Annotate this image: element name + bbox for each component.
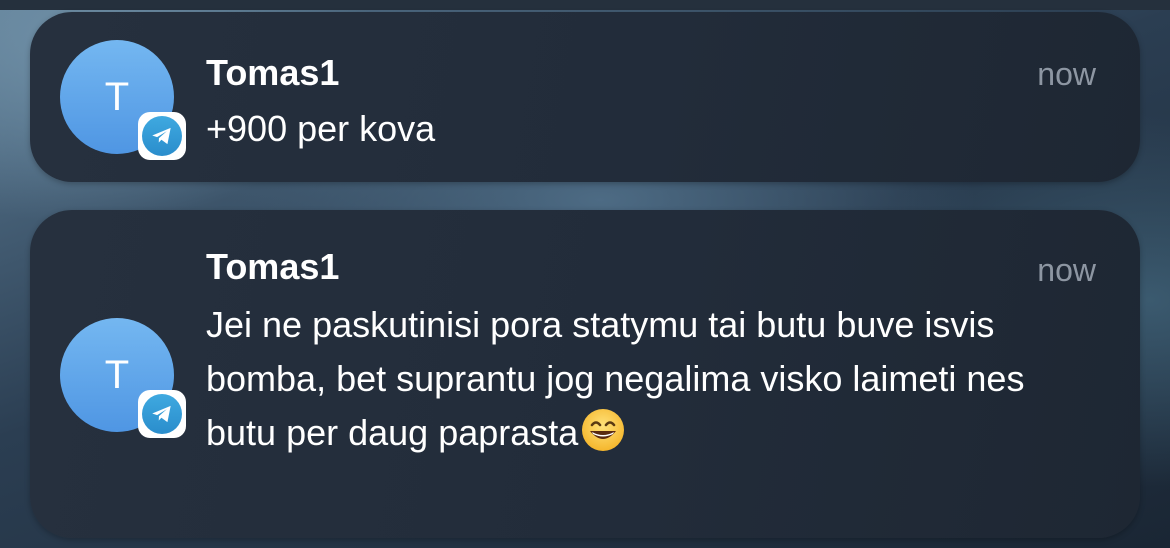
screen-top-edge — [0, 0, 1170, 10]
message-text: +900 per kova — [206, 108, 436, 149]
sender-name: Tomas1 — [206, 246, 340, 287]
sender-name: Tomas1 — [206, 52, 340, 93]
avatar-initial: T — [104, 352, 130, 397]
message-body: Jei ne paskutinisi pora statymu tai butu… — [206, 298, 1066, 460]
notification-card[interactable]: T Tomas1 now Jei ne paskutinisi pora sta… — [30, 210, 1140, 538]
telegram-icon — [138, 112, 186, 160]
notification-card[interactable]: T Tomas1 now +900 per kova — [30, 12, 1140, 182]
telegram-icon — [138, 390, 186, 438]
timestamp: now — [1037, 252, 1096, 288]
grinning-face-emoji — [580, 407, 626, 453]
timestamp: now — [1037, 56, 1096, 92]
avatar-initial: T — [104, 74, 130, 119]
